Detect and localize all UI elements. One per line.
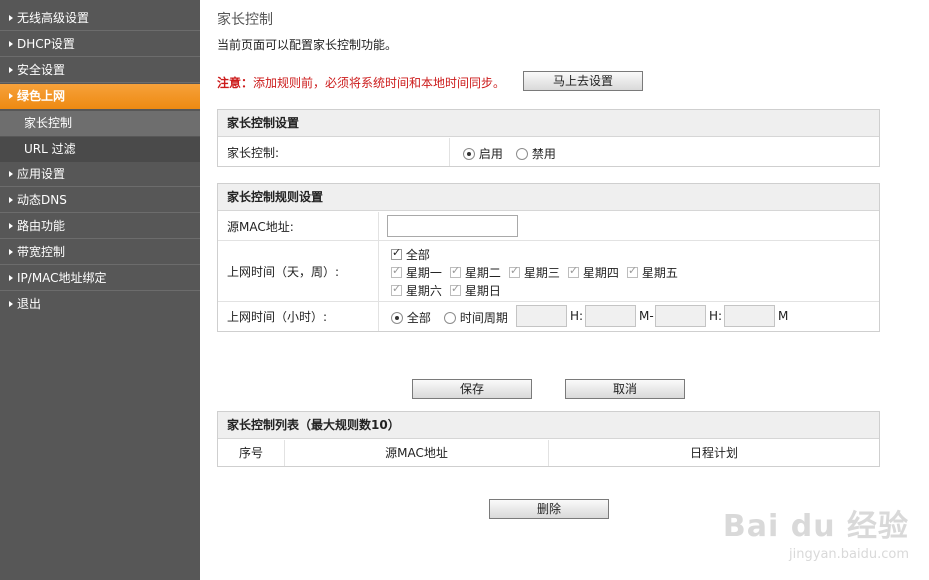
mac-row: 源MAC地址: <box>218 212 879 241</box>
day-sunday[interactable]: 星期日 <box>450 282 501 299</box>
rules-panel: 家长控制规则设置 源MAC地址: 上网时间（天，周）: 全部 星期一 星期二 星… <box>217 183 880 332</box>
end-minute-unit: M <box>778 309 789 323</box>
arrow-right-icon <box>9 275 13 281</box>
disable-radio[interactable] <box>516 148 528 160</box>
hours-label: 上网时间（小时）: <box>218 302 379 331</box>
watermark-url: jingyan.baidu.com <box>789 547 909 562</box>
arrow-right-icon <box>9 249 13 255</box>
checkbox[interactable] <box>450 282 461 296</box>
arrow-right-icon <box>9 171 13 177</box>
all-hours-radio[interactable] <box>391 312 403 324</box>
sidebar-item-logout[interactable]: 退出 <box>0 292 200 317</box>
hours-row: 上网时间（小时）: 全部 时间周期 H: M- H: M <box>218 302 879 331</box>
notice-message: 添加规则前，必须将系统时间和本地时间同步。 <box>253 76 506 90</box>
checkbox[interactable] <box>509 264 520 278</box>
arrow-right-icon <box>9 223 13 229</box>
start-minute-input[interactable] <box>585 305 636 327</box>
parental-control-label: 家长控制: <box>218 138 450 166</box>
watermark: Bai du 经验 jingyan.baidu.com <box>723 501 909 562</box>
arrow-right-icon <box>9 67 13 73</box>
day-monday[interactable]: 星期一 <box>391 264 442 281</box>
end-hour-input[interactable] <box>655 305 706 327</box>
settings-panel-header: 家长控制设置 <box>218 110 879 137</box>
rules-panel-header: 家长控制规则设置 <box>218 184 879 211</box>
sidebar-item-routing[interactable]: 路由功能 <box>0 214 200 239</box>
rule-list-columns: 序号 源MAC地址 日程计划 <box>218 440 879 466</box>
sidebar-item-ddns[interactable]: 动态DNS <box>0 188 200 213</box>
sidebar-item-url-filter[interactable]: URL 过滤 <box>0 137 200 162</box>
sidebar-item-ip-mac-binding[interactable]: IP/MAC地址绑定 <box>0 266 200 291</box>
all-days-option[interactable]: 全部 <box>391 246 430 263</box>
page-title: 家长控制 <box>217 12 273 28</box>
period-option[interactable]: 时间周期 <box>444 309 508 326</box>
main-content: 家长控制 当前页面可以配置家长控制功能。 注意：添加规则前，必须将系统时间和本地… <box>200 0 929 580</box>
column-mac: 源MAC地址 <box>285 440 549 466</box>
checkbox[interactable] <box>450 264 461 278</box>
enable-radio[interactable] <box>463 148 475 160</box>
end-minute-input[interactable] <box>724 305 775 327</box>
checkbox[interactable] <box>391 264 402 278</box>
disable-option[interactable]: 禁用 <box>516 145 556 162</box>
day-wednesday[interactable]: 星期三 <box>509 264 560 281</box>
arrow-right-icon <box>9 301 13 307</box>
page-description: 当前页面可以配置家长控制功能。 <box>217 38 398 52</box>
sidebar-item-wireless-advanced[interactable]: 无线高级设置 <box>0 6 200 31</box>
rule-list-header: 家长控制列表（最大规则数10） <box>218 412 879 439</box>
arrow-right-icon <box>9 41 13 47</box>
delete-button[interactable]: 删除 <box>489 499 609 519</box>
sidebar-item-applications[interactable]: 应用设置 <box>0 162 200 187</box>
column-schedule: 日程计划 <box>689 446 738 460</box>
column-index: 序号 <box>218 440 285 466</box>
settings-row: 家长控制: 启用 禁用 <box>218 138 879 166</box>
arrow-right-icon <box>9 93 13 99</box>
mac-label: 源MAC地址: <box>218 212 379 240</box>
days-row: 上网时间（天，周）: 全部 星期一 星期二 星期三 星期四 星期五 星期六 星期… <box>218 241 879 302</box>
period-radio[interactable] <box>444 312 456 324</box>
day-friday[interactable]: 星期五 <box>627 264 678 281</box>
settings-panel: 家长控制设置 家长控制: 启用 禁用 <box>217 109 880 167</box>
sidebar-item-parental-control[interactable]: 家长控制 <box>0 111 200 136</box>
watermark-brand: Bai du 经验 <box>722 509 909 544</box>
start-hour-unit: H: <box>570 309 584 323</box>
day-saturday[interactable]: 星期六 <box>391 282 442 299</box>
sidebar-item-security[interactable]: 安全设置 <box>0 58 200 83</box>
day-tuesday[interactable]: 星期二 <box>450 264 501 281</box>
checkbox[interactable] <box>568 264 579 278</box>
sidebar-item-bandwidth[interactable]: 带宽控制 <box>0 240 200 265</box>
rule-list-panel: 家长控制列表（最大规则数10） 序号 源MAC地址 日程计划 <box>217 411 880 467</box>
days-label: 上网时间（天，周）: <box>218 241 379 301</box>
end-hour-unit: H: <box>709 309 723 323</box>
notice-label: 注意： <box>217 76 254 90</box>
sidebar-item-dhcp[interactable]: DHCP设置 <box>0 32 200 57</box>
sync-time-button[interactable]: 马上去设置 <box>523 71 643 91</box>
all-hours-option[interactable]: 全部 <box>391 309 431 326</box>
sidebar: 无线高级设置 DHCP设置 安全设置 绿色上网 家长控制 URL 过滤 应用设置… <box>0 0 200 580</box>
cancel-button[interactable]: 取消 <box>565 379 685 399</box>
checkbox[interactable] <box>627 264 638 278</box>
enable-option[interactable]: 启用 <box>463 145 503 162</box>
mac-input[interactable] <box>387 215 518 237</box>
save-button[interactable]: 保存 <box>412 379 532 399</box>
notice-text: 注意：添加规则前，必须将系统时间和本地时间同步。 <box>217 74 505 91</box>
start-minute-unit: M- <box>639 309 654 323</box>
arrow-right-icon <box>9 15 13 21</box>
arrow-right-icon <box>9 197 13 203</box>
all-days-checkbox[interactable] <box>391 246 402 260</box>
checkbox[interactable] <box>391 282 402 296</box>
sidebar-item-green-internet[interactable]: 绿色上网 <box>0 84 200 109</box>
start-hour-input[interactable] <box>516 305 567 327</box>
day-thursday[interactable]: 星期四 <box>568 264 619 281</box>
